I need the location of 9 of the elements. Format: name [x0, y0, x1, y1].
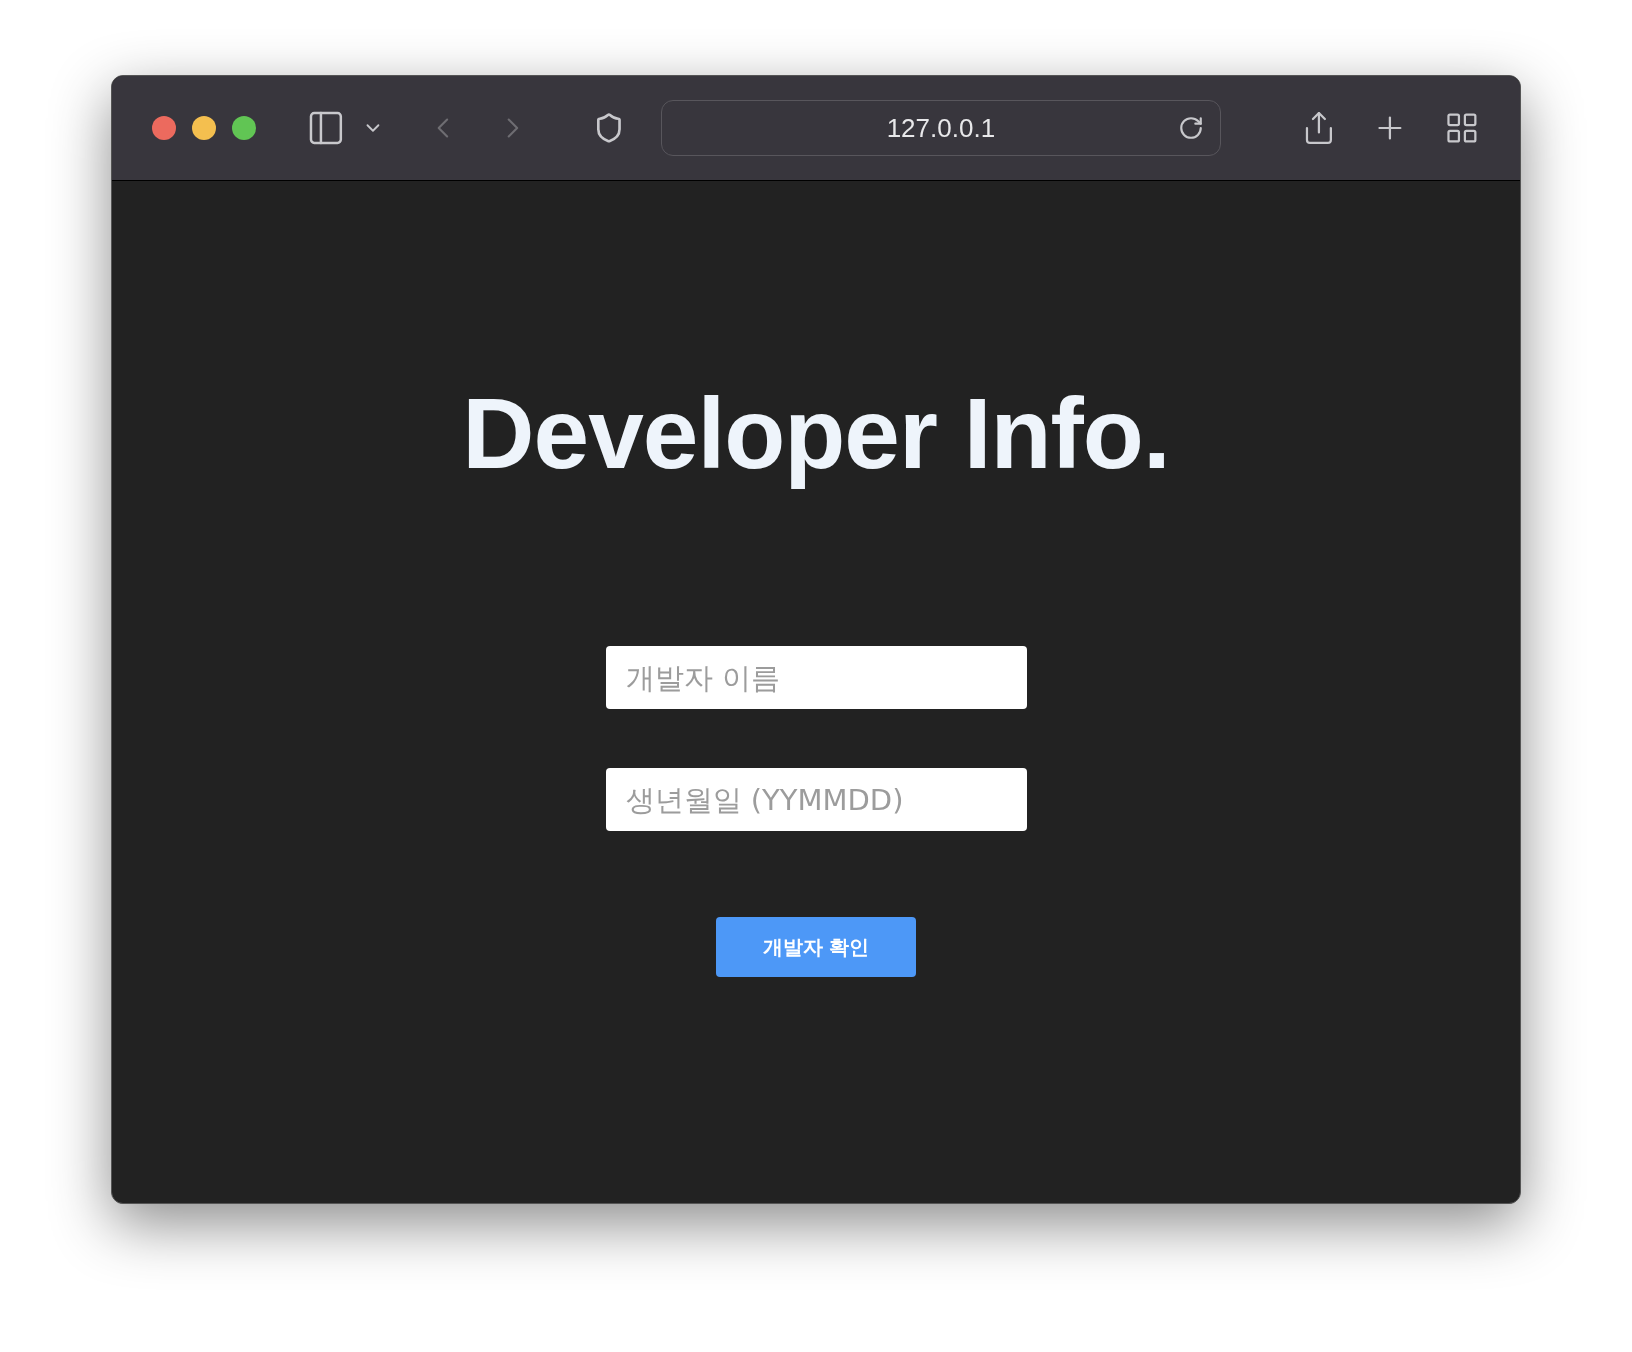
minimize-button[interactable] [192, 116, 216, 140]
input-field[interactable]: 생년월일 (YYMMDD) [605, 768, 1027, 831]
reload-icon[interactable] [1177, 115, 1204, 141]
address-bar[interactable]: 127.0.0.1 [661, 100, 1221, 156]
close-button[interactable] [152, 116, 176, 140]
maximize-button[interactable] [232, 116, 256, 140]
url-text: 127.0.0.1 [886, 111, 996, 145]
input-field[interactable]: 개발자 이름 [605, 646, 1027, 709]
page-title: Developer Info. [461, 376, 1171, 491]
